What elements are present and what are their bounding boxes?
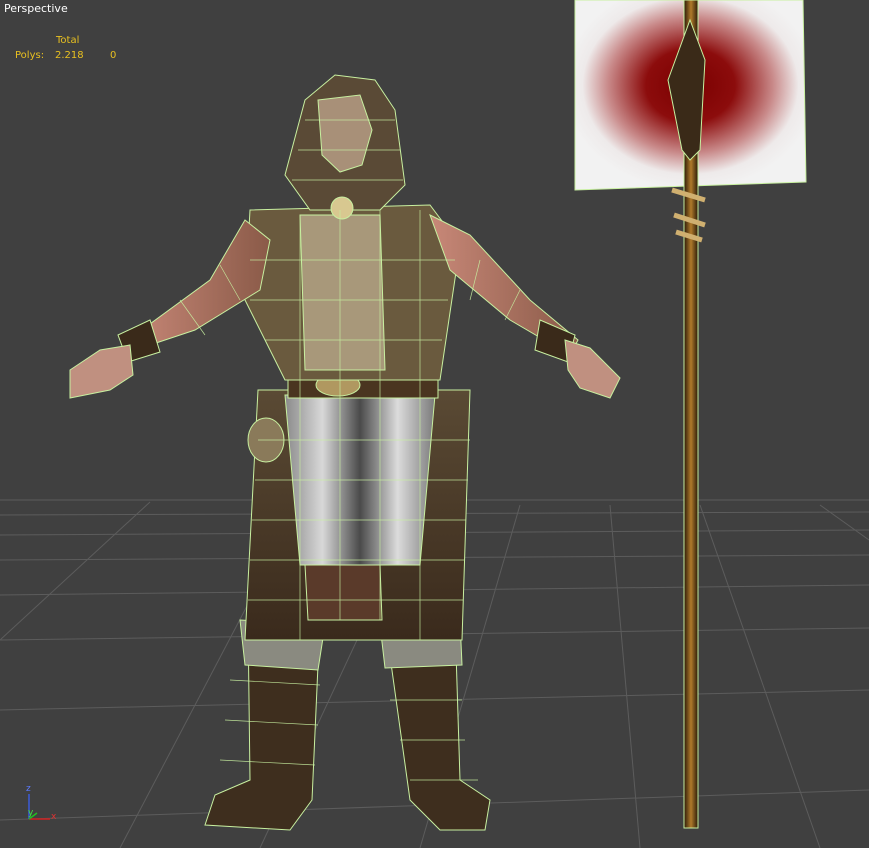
polys-label: Polys: [15, 50, 45, 61]
axis-y-label: y [28, 808, 34, 818]
polys-selected-value: 0 [110, 50, 117, 61]
axis-gizmo: z y x [22, 782, 62, 824]
axis-x-label: x [51, 812, 57, 822]
perspective-viewport[interactable]: Perspective Total Polys: 2.218 0 z y x [0, 0, 869, 848]
character-model [69, 74, 621, 831]
scene-render[interactable] [0, 0, 869, 848]
axis-z-label: z [26, 784, 31, 794]
stats-header: Total [56, 35, 80, 46]
viewport-label[interactable]: Perspective [4, 2, 68, 15]
banner-model [574, 0, 807, 829]
polys-total-value: 2.218 [55, 50, 84, 61]
